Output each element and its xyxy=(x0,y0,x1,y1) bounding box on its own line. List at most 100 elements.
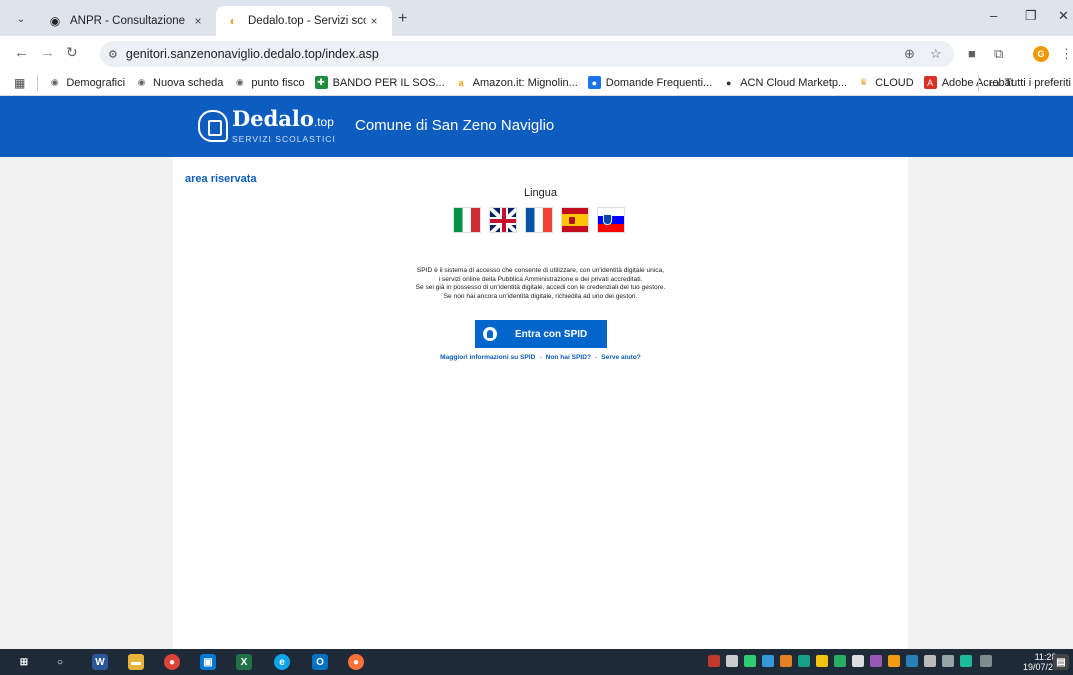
language-label: Lingua xyxy=(523,187,558,199)
flag-italian[interactable] xyxy=(453,207,481,233)
folder-icon: ▭ xyxy=(989,77,1000,90)
dedalo-logo-icon xyxy=(198,110,228,142)
help-link[interactable]: Serve aiuto? xyxy=(601,354,641,361)
globe-icon: ◉ xyxy=(49,14,61,28)
url-text: genitori.sanzenonaviglio.dedalo.top/inde… xyxy=(125,47,379,61)
bookmarks-divider xyxy=(37,74,39,91)
tab-title: ANPR - Consultazione xyxy=(70,15,186,27)
file-explorer-icon[interactable]: ▬ xyxy=(128,654,144,670)
web-page: Dedalo.top SERVIZI SCOLASTICI Comune di … xyxy=(0,96,1073,649)
spid-line: Se sei già in possesso di un'identità di… xyxy=(415,284,666,291)
word-icon[interactable]: W xyxy=(92,654,108,670)
windows-taskbar: ⊞ ○ W ▬ ● ▣ X e O ● 11:28 19/07/2025 ▤ xyxy=(0,649,1073,675)
spid-info-link[interactable]: Maggiori informazioni su SPID xyxy=(440,354,535,361)
extension-icon[interactable]: ■ xyxy=(968,46,976,61)
firefox-icon[interactable]: ● xyxy=(348,654,364,670)
globe-icon: ◉ xyxy=(50,77,59,87)
tray-icon[interactable] xyxy=(870,655,882,667)
network-icon[interactable] xyxy=(924,655,936,667)
tray-icon[interactable] xyxy=(744,655,756,667)
flag-french[interactable] xyxy=(525,207,553,233)
globe-icon: ◉ xyxy=(235,77,244,87)
logo-top-text: .top xyxy=(313,115,334,129)
bookmark-amazon[interactable]: a Amazon.it: Mignolin... xyxy=(455,76,578,89)
tray-icon[interactable] xyxy=(780,655,792,667)
edge-icon[interactable]: e xyxy=(274,654,290,670)
bookmark-punto-fisco[interactable]: ◉ punto fisco xyxy=(233,76,305,89)
reload-icon[interactable]: ↻ xyxy=(66,44,78,61)
tab-strip: ⌄ ◉ ANPR - Consultazione × ◐ Dedalo.top … xyxy=(0,0,1073,36)
tray-icon[interactable] xyxy=(942,655,954,667)
globe-icon: ◉ xyxy=(137,77,146,87)
area-riservata-label: area riservata xyxy=(185,173,257,185)
tab-close-button[interactable]: × xyxy=(190,14,206,28)
chevron-down-icon: ⌄ xyxy=(16,13,26,25)
menu-kebab-icon[interactable]: ⋮ xyxy=(1060,46,1073,62)
spid-login-button[interactable]: Entra con SPID xyxy=(475,320,607,348)
crown-icon: ♛ xyxy=(859,77,868,87)
acrobat-icon: A xyxy=(923,76,937,89)
site-header: Dedalo.top SERVIZI SCOLASTICI Comune di … xyxy=(0,96,1073,157)
notification-icon[interactable]: ▤ xyxy=(1053,654,1069,670)
comune-title: Comune di San Zeno Naviglio xyxy=(355,117,555,134)
address-bar[interactable]: ⚙ genitori.sanzenonaviglio.dedalo.top/in… xyxy=(100,41,954,67)
spid-button-label: Entra con SPID xyxy=(515,328,588,340)
app-icon[interactable]: ▣ xyxy=(200,654,216,670)
profile-avatar[interactable]: G xyxy=(1033,46,1049,62)
bookmark-domande-frequenti[interactable]: ● Domande Frequenti... xyxy=(587,76,712,89)
tray-icon[interactable] xyxy=(708,655,720,667)
apps-grid-icon[interactable]: ▦ xyxy=(14,76,25,90)
site-settings-icon[interactable]: ⚙ xyxy=(108,48,118,61)
tray-icon[interactable] xyxy=(960,655,972,667)
tab-close-button[interactable]: × xyxy=(366,14,382,28)
no-spid-link[interactable]: Non hai SPID? xyxy=(546,354,591,361)
language-flags xyxy=(453,207,633,233)
dedalo-logo[interactable]: Dedalo.top SERVIZI SCOLASTICI xyxy=(198,108,336,144)
logo-main-text: Dedalo xyxy=(232,106,314,131)
tray-icon[interactable] xyxy=(798,655,810,667)
tray-icon[interactable] xyxy=(726,655,738,667)
tab-dedalo[interactable]: ◐ Dedalo.top - Servizi scolastici × xyxy=(216,6,392,36)
main-content: area riservata Lingua SPID è il sistema … xyxy=(173,157,908,649)
tab-anpr[interactable]: ◉ ANPR - Consultazione × xyxy=(38,6,216,36)
flag-slovenian[interactable] xyxy=(597,207,625,233)
bookmark-acn-cloud[interactable]: ● ACN Cloud Marketp... xyxy=(722,76,847,89)
dedalo-favicon-icon: ◐ xyxy=(229,14,237,28)
all-bookmarks[interactable]: ▭ Tutti i preferiti xyxy=(978,75,1071,91)
forward-arrow-icon[interactable]: → xyxy=(40,44,55,61)
new-tab-button[interactable]: + xyxy=(398,10,407,28)
spid-line: SPID è il sistema di accesso che consent… xyxy=(416,267,665,274)
spid-links: Maggiori informazioni su SPID - Non hai SP… xyxy=(440,354,641,361)
tab-title: Dedalo.top - Servizi scolastici xyxy=(248,15,366,27)
tray-icon[interactable] xyxy=(834,655,846,667)
back-arrow-icon[interactable]: ← xyxy=(14,44,29,61)
spid-line: Se non hai ancora un'identità digitale, … xyxy=(443,292,638,300)
minimize-button[interactable]: – xyxy=(990,8,997,23)
bookmark-demografici[interactable]: ◉ Demografici xyxy=(48,76,125,89)
volume-icon[interactable] xyxy=(980,655,992,667)
tray-icon[interactable] xyxy=(906,655,918,667)
flag-spanish[interactable] xyxy=(561,207,589,233)
zoom-icon[interactable]: ⊕ xyxy=(904,46,915,62)
extensions-puzzle-icon[interactable]: ⧉ xyxy=(994,46,1003,62)
flag-english[interactable] xyxy=(489,207,517,233)
browser-toolbar: ← → ↻ ⚙ genitori.sanzenonaviglio.dedalo.… xyxy=(0,36,1073,70)
chrome-icon[interactable]: ● xyxy=(164,654,180,670)
restore-button[interactable]: ❐ xyxy=(1025,8,1037,24)
outlook-icon[interactable]: O xyxy=(312,654,328,670)
bookmark-nuova-scheda[interactable]: ◉ Nuova scheda xyxy=(135,76,224,89)
windows-start-icon[interactable]: ⊞ xyxy=(16,654,32,670)
tray-icon[interactable] xyxy=(816,655,828,667)
bookmark-star-icon[interactable]: ☆ xyxy=(930,46,942,62)
excel-icon[interactable]: X xyxy=(236,654,252,670)
tab-search-button[interactable]: ⌄ xyxy=(10,8,32,30)
acn-icon: ● xyxy=(725,77,732,88)
search-icon[interactable]: ○ xyxy=(52,654,68,670)
tray-icon[interactable] xyxy=(852,655,864,667)
close-window-button[interactable]: ✕ xyxy=(1058,8,1069,24)
faq-icon: ● xyxy=(587,76,601,89)
tray-icon[interactable] xyxy=(762,655,774,667)
bookmark-cloud[interactable]: ♛ CLOUD xyxy=(857,76,914,89)
tray-icon[interactable] xyxy=(888,655,900,667)
bookmark-bando[interactable]: ✚ BANDO PER IL SOS... xyxy=(314,76,445,89)
